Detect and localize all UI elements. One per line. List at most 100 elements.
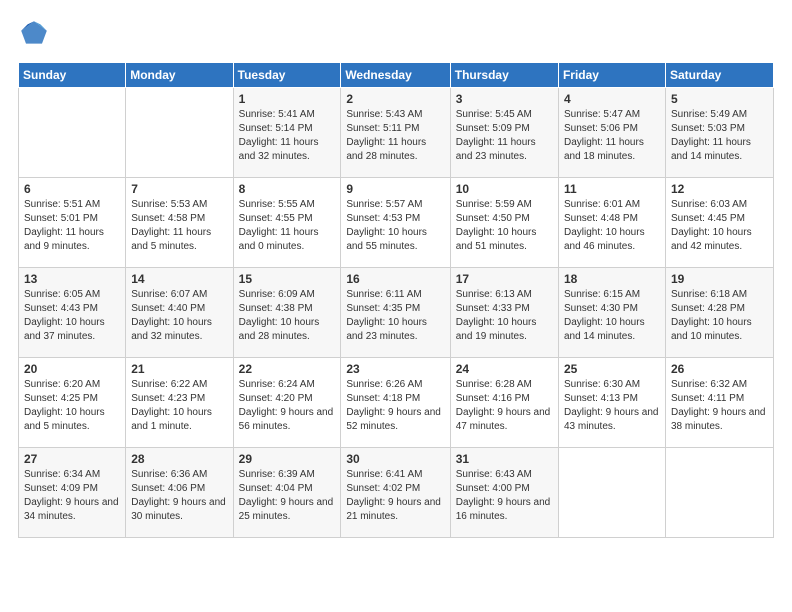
weekday-header-wednesday: Wednesday <box>341 63 450 88</box>
day-number: 26 <box>671 362 768 376</box>
day-info: Sunrise: 5:59 AMSunset: 4:50 PMDaylight:… <box>456 198 553 254</box>
day-cell: 11Sunrise: 6:01 AMSunset: 4:48 PMDayligh… <box>558 178 665 268</box>
day-number: 11 <box>564 182 660 196</box>
day-info: Sunrise: 6:15 AMSunset: 4:30 PMDaylight:… <box>564 288 660 344</box>
calendar-body: 1 Sunrise: 5:41 AMSunset: 5:14 PMDaylight… <box>19 88 774 538</box>
day-number: 18 <box>564 272 660 286</box>
day-number: 8 <box>239 182 336 196</box>
weekday-header-thursday: Thursday <box>450 63 558 88</box>
weekday-header-saturday: Saturday <box>665 63 773 88</box>
day-cell: 14Sunrise: 6:07 AMSunset: 4:40 PMDayligh… <box>126 268 233 358</box>
day-cell: 31Sunrise: 6:43 AMSunset: 4:00 PMDayligh… <box>450 448 558 538</box>
day-cell: 27 Sunrise: 6:34 AMSunset: 4:09 PMDayligh… <box>19 448 126 538</box>
day-number: 21 <box>131 362 227 376</box>
day-cell <box>19 88 126 178</box>
day-number: 25 <box>564 362 660 376</box>
week-row-5: 27 Sunrise: 6:34 AMSunset: 4:09 PMDayligh… <box>19 448 774 538</box>
day-cell: 1 Sunrise: 5:41 AMSunset: 5:14 PMDaylight… <box>233 88 341 178</box>
day-cell <box>665 448 773 538</box>
day-number: 28 <box>131 452 227 466</box>
week-row-2: 6 Sunrise: 5:51 AMSunset: 5:01 PMDaylight… <box>19 178 774 268</box>
day-cell: 6 Sunrise: 5:51 AMSunset: 5:01 PMDaylight… <box>19 178 126 268</box>
day-number: 27 <box>24 452 120 466</box>
weekday-header-sunday: Sunday <box>19 63 126 88</box>
day-cell: 23 Sunrise: 6:26 AMSunset: 4:18 PMDayligh… <box>341 358 450 448</box>
day-cell: 2 Sunrise: 5:43 AMSunset: 5:11 PMDaylight… <box>341 88 450 178</box>
day-info: Sunrise: 6:32 AMSunset: 4:11 PMDaylight:… <box>671 378 768 434</box>
day-cell: 7Sunrise: 5:53 AMSunset: 4:58 PMDaylight… <box>126 178 233 268</box>
day-info: Sunrise: 6:09 AMSunset: 4:38 PMDaylight:… <box>239 288 336 344</box>
day-number: 24 <box>456 362 553 376</box>
day-cell: 16Sunrise: 6:11 AMSunset: 4:35 PMDayligh… <box>341 268 450 358</box>
day-cell: 17Sunrise: 6:13 AMSunset: 4:33 PMDayligh… <box>450 268 558 358</box>
day-info: Sunrise: 6:22 AMSunset: 4:23 PMDaylight:… <box>131 378 227 434</box>
day-cell: 24 Sunrise: 6:28 AMSunset: 4:16 PMDayligh… <box>450 358 558 448</box>
day-number: 19 <box>671 272 768 286</box>
day-number: 29 <box>239 452 336 466</box>
day-number: 6 <box>24 182 120 196</box>
day-info: Sunrise: 5:51 AMSunset: 5:01 PMDaylight:… <box>24 198 120 254</box>
day-number: 10 <box>456 182 553 196</box>
day-number: 3 <box>456 92 553 106</box>
week-row-4: 20 Sunrise: 6:20 AMSunset: 4:25 PMDayligh… <box>19 358 774 448</box>
day-number: 13 <box>24 272 120 286</box>
day-number: 16 <box>346 272 444 286</box>
day-info: Sunrise: 5:47 AMSunset: 5:06 PMDaylight:… <box>564 108 660 164</box>
day-number: 2 <box>346 92 444 106</box>
day-info: Sunrise: 6:05 AMSunset: 4:43 PMDaylight:… <box>24 288 120 344</box>
day-cell: 25 Sunrise: 6:30 AMSunset: 4:13 PMDayligh… <box>558 358 665 448</box>
day-cell: 12 Sunrise: 6:03 AMSunset: 4:45 PMDayligh… <box>665 178 773 268</box>
day-number: 31 <box>456 452 553 466</box>
day-info: Sunrise: 5:43 AMSunset: 5:11 PMDaylight:… <box>346 108 444 164</box>
day-number: 14 <box>131 272 227 286</box>
day-cell: 18 Sunrise: 6:15 AMSunset: 4:30 PMDayligh… <box>558 268 665 358</box>
day-cell: 28 Sunrise: 6:36 AMSunset: 4:06 PMDayligh… <box>126 448 233 538</box>
day-info: Sunrise: 6:20 AMSunset: 4:25 PMDaylight:… <box>24 378 120 434</box>
weekday-header-friday: Friday <box>558 63 665 88</box>
day-cell <box>126 88 233 178</box>
day-info: Sunrise: 6:41 AMSunset: 4:02 PMDaylight:… <box>346 468 444 524</box>
day-info: Sunrise: 6:24 AMSunset: 4:20 PMDaylight:… <box>239 378 336 434</box>
week-row-3: 13 Sunrise: 6:05 AMSunset: 4:43 PMDayligh… <box>19 268 774 358</box>
day-number: 12 <box>671 182 768 196</box>
day-number: 5 <box>671 92 768 106</box>
day-cell: 22 Sunrise: 6:24 AMSunset: 4:20 PMDayligh… <box>233 358 341 448</box>
day-cell: 8 Sunrise: 5:55 AMSunset: 4:55 PMDaylight… <box>233 178 341 268</box>
day-info: Sunrise: 6:26 AMSunset: 4:18 PMDaylight:… <box>346 378 444 434</box>
day-info: Sunrise: 6:30 AMSunset: 4:13 PMDaylight:… <box>564 378 660 434</box>
day-info: Sunrise: 6:34 AMSunset: 4:09 PMDaylight:… <box>24 468 120 524</box>
day-info: Sunrise: 5:49 AMSunset: 5:03 PMDaylight:… <box>671 108 768 164</box>
day-info: Sunrise: 5:53 AMSunset: 4:58 PMDaylight:… <box>131 198 227 254</box>
weekday-header-monday: Monday <box>126 63 233 88</box>
logo-icon <box>18 18 50 50</box>
day-info: Sunrise: 5:55 AMSunset: 4:55 PMDaylight:… <box>239 198 336 254</box>
day-number: 23 <box>346 362 444 376</box>
day-info: Sunrise: 5:45 AMSunset: 5:09 PMDaylight:… <box>456 108 553 164</box>
day-number: 1 <box>239 92 336 106</box>
day-number: 30 <box>346 452 444 466</box>
day-info: Sunrise: 5:57 AMSunset: 4:53 PMDaylight:… <box>346 198 444 254</box>
page: SundayMondayTuesdayWednesdayThursdayFrid… <box>0 0 792 612</box>
week-row-1: 1 Sunrise: 5:41 AMSunset: 5:14 PMDaylight… <box>19 88 774 178</box>
day-cell <box>558 448 665 538</box>
day-number: 20 <box>24 362 120 376</box>
weekday-row: SundayMondayTuesdayWednesdayThursdayFrid… <box>19 63 774 88</box>
day-cell: 10 Sunrise: 5:59 AMSunset: 4:50 PMDayligh… <box>450 178 558 268</box>
day-cell: 5 Sunrise: 5:49 AMSunset: 5:03 PMDaylight… <box>665 88 773 178</box>
day-number: 22 <box>239 362 336 376</box>
day-cell: 29Sunrise: 6:39 AMSunset: 4:04 PMDayligh… <box>233 448 341 538</box>
day-info: Sunrise: 6:36 AMSunset: 4:06 PMDaylight:… <box>131 468 227 524</box>
weekday-header-tuesday: Tuesday <box>233 63 341 88</box>
day-info: Sunrise: 6:18 AMSunset: 4:28 PMDaylight:… <box>671 288 768 344</box>
day-cell: 4Sunrise: 5:47 AMSunset: 5:06 PMDaylight… <box>558 88 665 178</box>
day-info: Sunrise: 6:03 AMSunset: 4:45 PMDaylight:… <box>671 198 768 254</box>
day-cell: 9 Sunrise: 5:57 AMSunset: 4:53 PMDaylight… <box>341 178 450 268</box>
day-cell: 15 Sunrise: 6:09 AMSunset: 4:38 PMDayligh… <box>233 268 341 358</box>
day-cell: 20 Sunrise: 6:20 AMSunset: 4:25 PMDayligh… <box>19 358 126 448</box>
day-number: 9 <box>346 182 444 196</box>
day-cell: 26 Sunrise: 6:32 AMSunset: 4:11 PMDayligh… <box>665 358 773 448</box>
day-number: 15 <box>239 272 336 286</box>
day-info: Sunrise: 6:28 AMSunset: 4:16 PMDaylight:… <box>456 378 553 434</box>
day-number: 17 <box>456 272 553 286</box>
day-info: Sunrise: 5:41 AMSunset: 5:14 PMDaylight:… <box>239 108 336 164</box>
